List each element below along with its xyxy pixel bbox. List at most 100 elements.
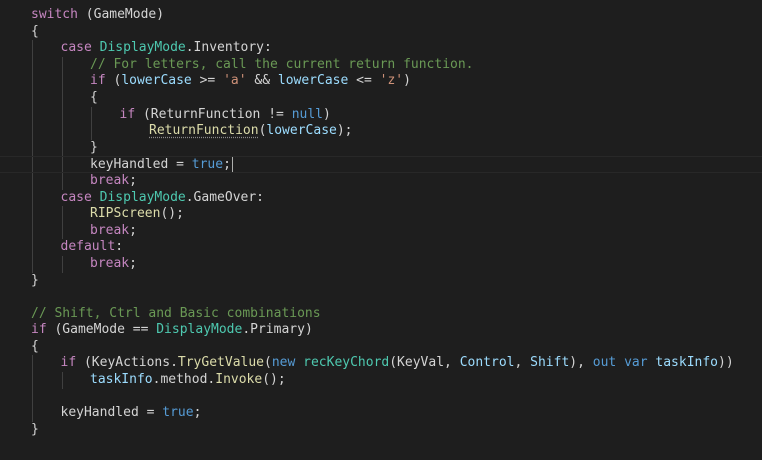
code-token: taskInfo (90, 372, 153, 388)
indent-guide (91, 106, 92, 124)
code-token: default (60, 239, 116, 255)
code-line[interactable]: } (0, 139, 762, 157)
code-token: ; (129, 222, 137, 238)
indent-guide (32, 222, 33, 240)
code-token: .method. (152, 372, 216, 388)
indent-guide (32, 388, 33, 406)
indent-guide (32, 255, 33, 273)
code-token: Invoke (215, 372, 263, 388)
code-token: (); (160, 206, 184, 222)
code-token: ; (193, 405, 202, 421)
code-token: : (115, 239, 124, 255)
indent-guide (32, 206, 33, 223)
code-token: // Shift, Ctrl and Basic combinations (31, 305, 321, 321)
code-token: 'a' (223, 73, 247, 89)
code-line[interactable] (0, 388, 762, 406)
code-token: (); (262, 372, 286, 388)
indent-guide (32, 157, 33, 172)
code-line[interactable]: if (lowerCase >= 'a' && lowerCase <= 'z'… (0, 73, 762, 90)
code-line[interactable]: // For letters, call the current return … (0, 56, 762, 74)
code-token: >= (191, 73, 224, 89)
indent-guide (32, 172, 33, 190)
code-token: DisplayMode (99, 40, 186, 56)
indent-guide (61, 123, 63, 140)
code-token: TryGetValue (177, 355, 264, 371)
code-token: Control (459, 355, 515, 371)
code-token: true (162, 405, 194, 421)
code-line[interactable]: case DisplayMode.Inventory: (0, 40, 762, 57)
code-line[interactable]: { (0, 24, 762, 41)
indent-guide (61, 222, 63, 240)
indent-guide (32, 106, 33, 124)
code-line[interactable]: if (GameMode == DisplayMode.Primary) (0, 322, 762, 339)
code-line[interactable]: taskInfo.method.Invoke(); (0, 372, 762, 389)
code-line[interactable]: RIPScreen(); (0, 206, 762, 223)
code-line[interactable]: default: (0, 239, 762, 256)
code-token: } (31, 421, 39, 437)
indent-guide (32, 372, 33, 389)
code-line[interactable]: if (KeyActions.TryGetValue(new recKeyCho… (0, 355, 762, 373)
indent-guide (61, 172, 63, 190)
code-token: ; (129, 172, 137, 188)
code-token: recKeyChord (303, 355, 390, 371)
code-line[interactable]: { (0, 339, 762, 356)
code-token: switch (31, 7, 78, 22)
code-line[interactable]: if (ReturnFunction != null) (0, 106, 762, 124)
code-token: if (119, 106, 136, 122)
code-token: var (624, 355, 648, 371)
code-token: } (31, 272, 39, 288)
indent-guide (32, 189, 33, 207)
code-line[interactable]: break; (0, 255, 762, 273)
indent-guide (32, 123, 33, 140)
indent-guide (32, 405, 33, 422)
code-line[interactable]: ReturnFunction(lowerCase); (0, 123, 762, 140)
code-editor[interactable]: switch (GameMode){case DisplayMode.Inven… (0, 0, 762, 460)
code-line[interactable] (0, 289, 762, 306)
code-token: ReturnFunction (149, 123, 259, 139)
code-line[interactable]: switch (GameMode) (0, 7, 762, 24)
code-line[interactable]: } (0, 422, 762, 439)
code-token: (ReturnFunction != (135, 106, 292, 122)
code-token: { (31, 338, 39, 354)
indent-guide (32, 239, 33, 256)
indent-guide (61, 106, 63, 124)
code-token: 'z' (379, 73, 404, 89)
code-line[interactable]: break; (0, 172, 762, 190)
code-line[interactable]: break; (0, 222, 762, 240)
code-line[interactable]: { (0, 89, 762, 107)
code-line[interactable]: // Shift, Ctrl and Basic combinations (0, 306, 762, 323)
code-token: keyHandled = (90, 157, 192, 173)
code-token: ), (569, 355, 593, 371)
code-token: out (592, 355, 617, 371)
code-line[interactable]: } (0, 273, 762, 290)
code-token: lowerCase (277, 73, 349, 89)
code-token: case (60, 189, 100, 205)
code-token: } (90, 139, 98, 155)
indent-guide (61, 73, 63, 90)
code-token: lowerCase (266, 123, 337, 139)
indent-guide (61, 157, 63, 172)
indent-guide (61, 206, 63, 223)
code-token: new (271, 355, 296, 371)
code-area[interactable]: switch (GameMode){case DisplayMode.Inven… (0, 7, 762, 438)
indent-guide (61, 255, 63, 273)
code-token: ( (264, 355, 272, 371)
code-token: )) (718, 355, 734, 371)
code-token: ); (336, 123, 353, 139)
indent-guide (61, 56, 63, 74)
indent-guide (32, 73, 33, 90)
code-line[interactable]: case DisplayMode.GameOver: (0, 189, 762, 207)
code-token: , (514, 355, 531, 371)
code-token: lowerCase (121, 73, 192, 89)
code-token: .Inventory: (185, 40, 272, 56)
code-token: true (191, 157, 224, 173)
indent-guide (32, 40, 33, 57)
code-token: DisplayMode (99, 189, 186, 205)
code-line[interactable]: keyHandled = true; (0, 156, 762, 173)
code-line[interactable]: keyHandled = true; (0, 405, 762, 422)
code-token: if (60, 355, 77, 371)
text-cursor (231, 157, 233, 173)
code-token: <= (348, 73, 380, 89)
